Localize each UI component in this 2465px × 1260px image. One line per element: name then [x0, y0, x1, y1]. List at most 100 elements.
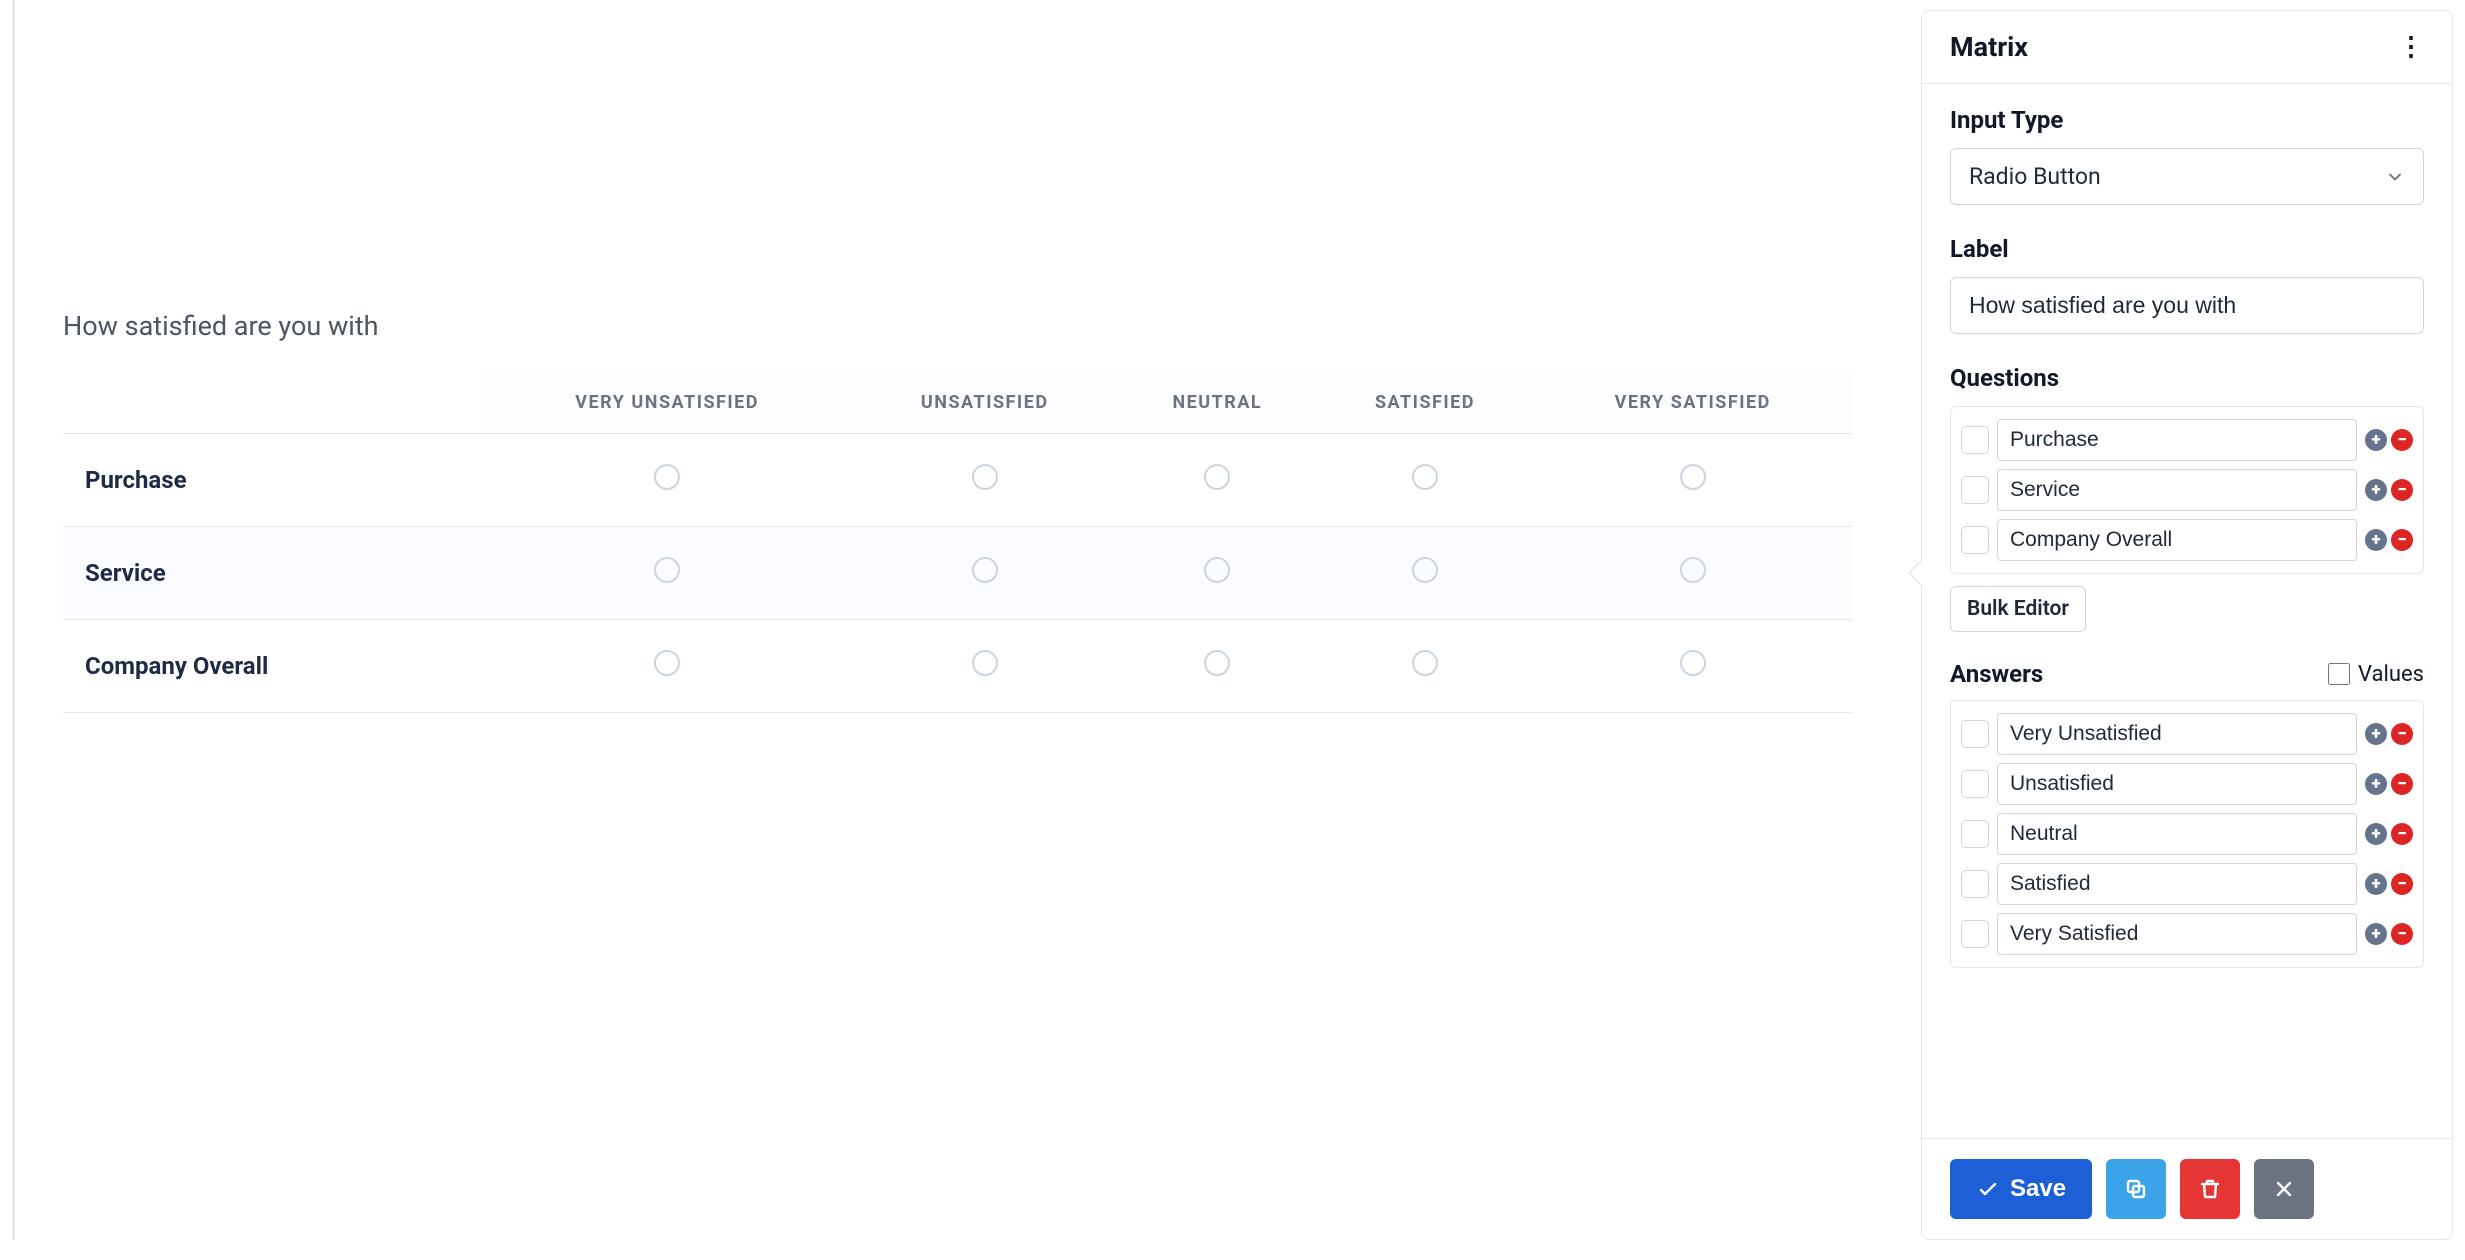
answers-header: Answers Values [1950, 660, 2424, 688]
question-input[interactable] [1997, 519, 2357, 561]
remove-answer-button[interactable]: − [2391, 773, 2413, 795]
matrix-radio[interactable] [1412, 557, 1438, 583]
settings-panel: Matrix ⋮ Input Type Radio Button Label Q… [1921, 10, 2453, 1240]
matrix-radio[interactable] [1204, 650, 1230, 676]
add-answer-button[interactable]: + [2365, 873, 2387, 895]
matrix-radio[interactable] [654, 557, 680, 583]
matrix-radio[interactable] [1204, 464, 1230, 490]
matrix-table: VERY UNSATISFIED UNSATISFIED NEUTRAL SAT… [63, 372, 1852, 713]
label-field-label: Label [1950, 235, 2424, 263]
matrix-row-label: Service [63, 527, 483, 620]
remove-answer-button[interactable]: − [2391, 823, 2413, 845]
matrix-row: Purchase [63, 434, 1852, 527]
drag-handle-icon[interactable] [1961, 426, 1989, 454]
matrix-radio[interactable] [1680, 650, 1706, 676]
answers-section-label: Answers [1950, 660, 2043, 688]
drag-handle-icon[interactable] [1961, 526, 1989, 554]
panel-footer: Save [1922, 1138, 2452, 1239]
values-toggle-label: Values [2358, 662, 2424, 687]
drag-handle-icon[interactable] [1961, 820, 1989, 848]
save-button-label: Save [2010, 1175, 2066, 1203]
add-answer-button[interactable]: + [2365, 723, 2387, 745]
matrix-col-header: UNSATISFIED [851, 372, 1118, 434]
matrix-col-header: VERY SATISFIED [1534, 372, 1853, 434]
matrix-radio[interactable] [1412, 464, 1438, 490]
input-type-value: Radio Button [1969, 163, 2101, 190]
matrix-row-label: Purchase [63, 434, 483, 527]
answer-row: + − [1961, 859, 2413, 909]
question-row: + − [1961, 465, 2413, 515]
matrix-radio[interactable] [972, 650, 998, 676]
save-button[interactable]: Save [1950, 1159, 2092, 1219]
answer-input[interactable] [1997, 763, 2357, 805]
input-type-select[interactable]: Radio Button [1950, 148, 2424, 205]
check-icon [1976, 1177, 2000, 1201]
input-type-label: Input Type [1950, 106, 2424, 134]
add-question-button[interactable]: + [2365, 529, 2387, 551]
answer-input[interactable] [1997, 863, 2357, 905]
matrix-row: Company Overall [63, 620, 1852, 713]
matrix-header-blank [63, 372, 483, 434]
matrix-col-header: NEUTRAL [1118, 372, 1316, 434]
drag-handle-icon[interactable] [1961, 770, 1989, 798]
add-question-button[interactable]: + [2365, 429, 2387, 451]
panel-header: Matrix ⋮ [1922, 11, 2452, 84]
matrix-radio[interactable] [654, 464, 680, 490]
matrix-radio[interactable] [1204, 557, 1230, 583]
remove-question-button[interactable]: − [2391, 529, 2413, 551]
values-toggle[interactable]: Values [2328, 662, 2424, 687]
answer-input[interactable] [1997, 813, 2357, 855]
answer-row: + − [1961, 909, 2413, 959]
matrix-radio[interactable] [972, 464, 998, 490]
more-options-icon[interactable]: ⋮ [2398, 34, 2424, 60]
add-answer-button[interactable]: + [2365, 823, 2387, 845]
add-question-button[interactable]: + [2365, 479, 2387, 501]
answer-input[interactable] [1997, 913, 2357, 955]
matrix-question-label: How satisfied are you with [63, 310, 1852, 342]
close-icon [2272, 1177, 2296, 1201]
delete-button[interactable] [2180, 1159, 2240, 1219]
answers-list: + − + − + − [1950, 700, 2424, 968]
answer-row: + − [1961, 809, 2413, 859]
drag-handle-icon[interactable] [1961, 476, 1989, 504]
remove-question-button[interactable]: − [2391, 429, 2413, 451]
matrix-col-header: SATISFIED [1316, 372, 1533, 434]
chevron-down-icon [2385, 167, 2405, 187]
questions-list: + − + − + − [1950, 406, 2424, 574]
remove-answer-button[interactable]: − [2391, 723, 2413, 745]
close-button[interactable] [2254, 1159, 2314, 1219]
add-answer-button[interactable]: + [2365, 773, 2387, 795]
duplicate-button[interactable] [2106, 1159, 2166, 1219]
bulk-editor-button[interactable]: Bulk Editor [1950, 586, 2086, 632]
preview-inner: How satisfied are you with VERY UNSATISF… [15, 0, 1892, 713]
preview-area: How satisfied are you with VERY UNSATISF… [12, 0, 1892, 1240]
answer-row: + − [1961, 709, 2413, 759]
drag-handle-icon[interactable] [1961, 720, 1989, 748]
matrix-row: Service [63, 527, 1852, 620]
matrix-radio[interactable] [1412, 650, 1438, 676]
remove-answer-button[interactable]: − [2391, 873, 2413, 895]
answer-row: + − [1961, 759, 2413, 809]
matrix-row-label: Company Overall [63, 620, 483, 713]
trash-icon [2198, 1177, 2222, 1201]
matrix-radio[interactable] [972, 557, 998, 583]
drag-handle-icon[interactable] [1961, 920, 1989, 948]
values-checkbox[interactable] [2328, 663, 2350, 685]
question-input[interactable] [1997, 469, 2357, 511]
question-row: + − [1961, 515, 2413, 565]
question-input[interactable] [1997, 419, 2357, 461]
panel-body: Input Type Radio Button Label Questions … [1922, 84, 2452, 1138]
drag-handle-icon[interactable] [1961, 870, 1989, 898]
matrix-radio[interactable] [1680, 557, 1706, 583]
answer-input[interactable] [1997, 713, 2357, 755]
remove-answer-button[interactable]: − [2391, 923, 2413, 945]
copy-icon [2124, 1177, 2148, 1201]
matrix-radio[interactable] [654, 650, 680, 676]
matrix-header-row: VERY UNSATISFIED UNSATISFIED NEUTRAL SAT… [63, 372, 1852, 434]
panel-title: Matrix [1950, 31, 2028, 63]
label-input[interactable] [1950, 277, 2424, 334]
questions-section-label: Questions [1950, 364, 2424, 392]
remove-question-button[interactable]: − [2391, 479, 2413, 501]
add-answer-button[interactable]: + [2365, 923, 2387, 945]
matrix-radio[interactable] [1680, 464, 1706, 490]
